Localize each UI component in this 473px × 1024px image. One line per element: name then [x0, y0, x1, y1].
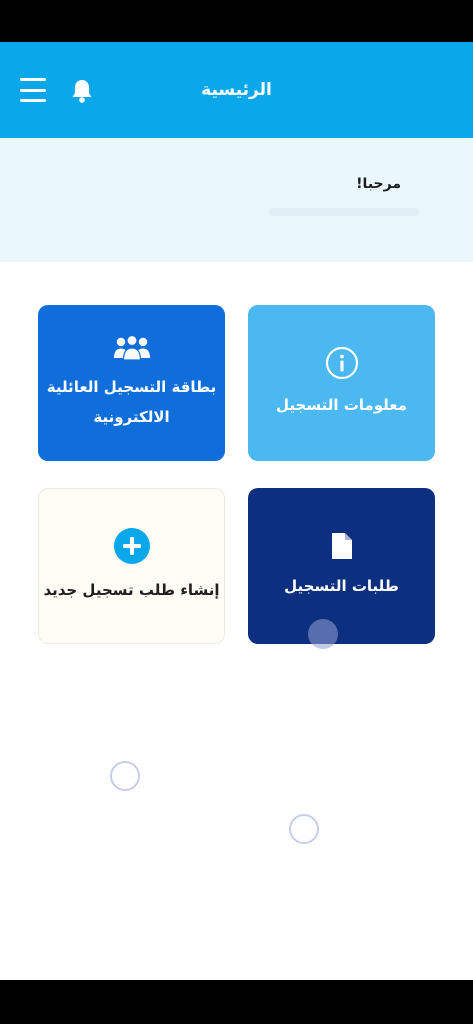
- document-icon: [330, 531, 354, 565]
- welcome-banner: مرحبا!: [0, 138, 473, 262]
- status-bar: [0, 0, 473, 42]
- new-request-label: إنشاء طلب تسجيل جديد: [43, 581, 220, 599]
- hamburger-menu-icon[interactable]: [20, 78, 46, 102]
- registration-info-label: معلومات التسجيل: [276, 396, 407, 414]
- family-card-label-line2: الالكترونية: [93, 408, 170, 426]
- touch-indicator: [110, 761, 140, 791]
- welcome-subtext-placeholder: [269, 208, 419, 216]
- touch-indicator: [289, 814, 319, 844]
- touch-indicator: [308, 619, 338, 649]
- registration-info-tile[interactable]: معلومات التسجيل: [248, 305, 435, 461]
- bell-icon[interactable]: [70, 78, 94, 104]
- registration-requests-tile[interactable]: طلبات التسجيل: [248, 488, 435, 644]
- app-header: الرئيسية: [0, 42, 473, 138]
- welcome-greeting: مرحبا!: [356, 176, 401, 192]
- page-title: الرئيسية: [201, 80, 272, 100]
- navigation-bar: [0, 980, 473, 1024]
- info-icon: [325, 346, 359, 384]
- new-registration-request-tile[interactable]: إنشاء طلب تسجيل جديد: [38, 488, 225, 644]
- registration-requests-label: طلبات التسجيل: [284, 577, 399, 595]
- family-registration-card-tile[interactable]: بطاقة التسجيل العائلية الالكترونية: [38, 305, 225, 461]
- plus-circle-icon: [113, 527, 151, 569]
- family-card-label-line1: بطاقة التسجيل العائلية: [46, 378, 217, 396]
- app-screen: الرئيسية مرحبا! معلومات التسجيل بطاقة ال…: [0, 42, 473, 980]
- family-group-icon: [112, 334, 152, 366]
